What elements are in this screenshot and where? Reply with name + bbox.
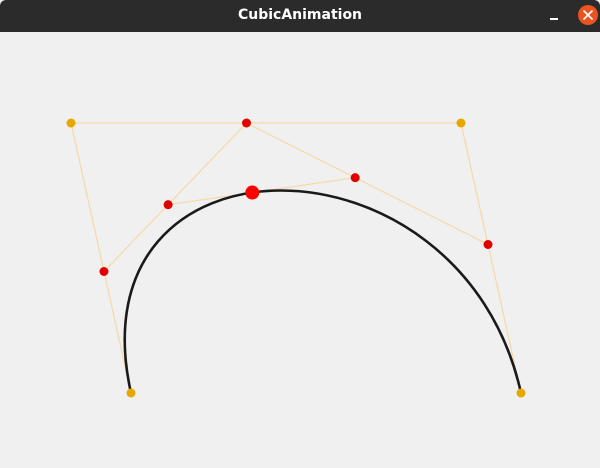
window-title: CubicAnimation [237,7,363,23]
minimize-icon [550,18,558,20]
intermediate-point-1 [99,267,109,276]
control-point-1 [126,388,136,398]
intermediate-point-2 [242,118,251,128]
close-button[interactable] [578,5,598,25]
control-point-2 [66,118,76,128]
current-curve-point [245,185,260,200]
title-bar[interactable]: CubicAnimation [0,0,600,32]
control-line-1 [70,122,132,394]
control-line-3 [460,122,522,394]
close-icon [583,10,593,20]
minimize-button[interactable] [542,4,566,28]
secondary-point-1 [163,200,173,210]
construction-line-2 [246,122,489,246]
control-point-3 [456,118,466,128]
secondary-point-2 [350,173,360,183]
bezier-scene [66,118,526,398]
bezier-curve [123,189,523,394]
drawing-canvas[interactable] [0,32,600,468]
control-point-4 [516,388,526,398]
app-window: CubicAnimation [0,0,600,468]
intermediate-point-3 [483,240,493,249]
